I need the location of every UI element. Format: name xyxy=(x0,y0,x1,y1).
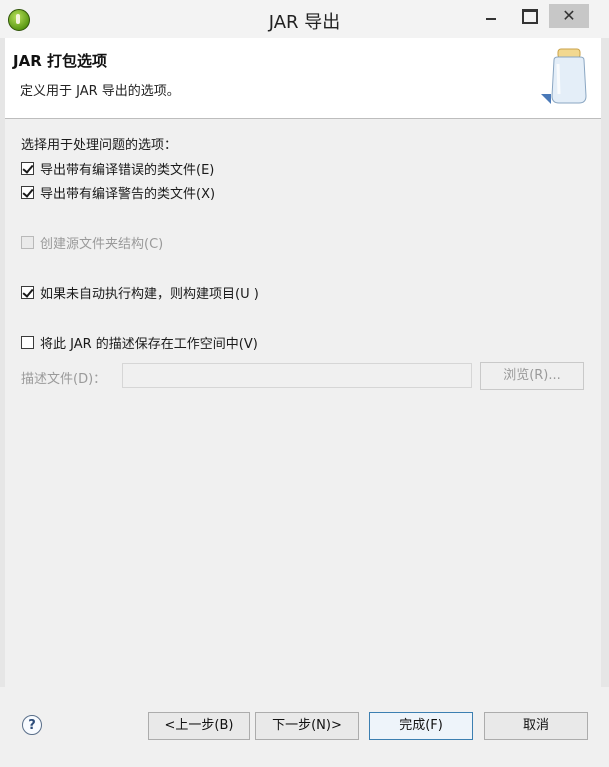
build-if-not-auto-option[interactable]: 如果未自动执行构建，则构建项目(U ) xyxy=(21,283,259,302)
page-title: JAR 打包选项 xyxy=(13,52,107,70)
back-button[interactable]: <上一步(B) xyxy=(148,712,250,740)
create-source-folder-label: 创建源文件夹结构(C) xyxy=(40,237,164,252)
description-file-input xyxy=(122,363,472,388)
export-errors-label: 导出带有编译错误的类文件(E) xyxy=(40,163,215,178)
help-icon[interactable]: ? xyxy=(22,715,42,735)
next-button[interactable]: 下一步(N)> xyxy=(255,712,359,740)
save-description-checkbox[interactable] xyxy=(21,336,34,349)
title-bar: JAR 导出 ✕ xyxy=(0,0,609,38)
create-source-folder-checkbox xyxy=(21,236,34,249)
jar-icon xyxy=(541,48,587,104)
cancel-button[interactable]: 取消 xyxy=(484,712,588,740)
create-source-folder-option: 创建源文件夹结构(C) xyxy=(21,233,163,252)
browse-button: 浏览(R)... xyxy=(480,362,584,390)
build-if-not-auto-checkbox[interactable] xyxy=(21,286,34,299)
export-warnings-label: 导出带有编译警告的类文件(X) xyxy=(40,187,216,202)
wizard-banner: JAR 打包选项 定义用于 JAR 导出的选项。 xyxy=(5,38,601,119)
export-warnings-checkbox[interactable] xyxy=(21,186,34,199)
export-errors-checkbox[interactable] xyxy=(21,162,34,175)
wizard-content: 选择用于处理问题的选项： 导出带有编译错误的类文件(E) 导出带有编译警告的类文… xyxy=(5,119,601,687)
close-button[interactable]: ✕ xyxy=(549,4,589,28)
description-file-label: 描述文件(D)： xyxy=(21,372,107,387)
section-label: 选择用于处理问题的选项： xyxy=(21,138,178,153)
save-description-option[interactable]: 将此 JAR 的描述保存在工作空间中(V) xyxy=(21,333,258,352)
close-icon: ✕ xyxy=(562,6,576,25)
wizard-footer: ? <上一步(B) 下一步(N)> 完成(F) 取消 xyxy=(0,687,609,767)
maximize-button[interactable] xyxy=(512,4,546,28)
minimize-button[interactable] xyxy=(474,4,508,28)
export-warnings-option[interactable]: 导出带有编译警告的类文件(X) xyxy=(21,183,215,202)
save-description-label: 将此 JAR 的描述保存在工作空间中(V) xyxy=(40,337,258,352)
export-errors-option[interactable]: 导出带有编译错误的类文件(E) xyxy=(21,159,214,178)
page-description: 定义用于 JAR 导出的选项。 xyxy=(20,84,180,99)
build-if-not-auto-label: 如果未自动执行构建，则构建项目(U ) xyxy=(40,287,259,302)
finish-button[interactable]: 完成(F) xyxy=(369,712,473,740)
